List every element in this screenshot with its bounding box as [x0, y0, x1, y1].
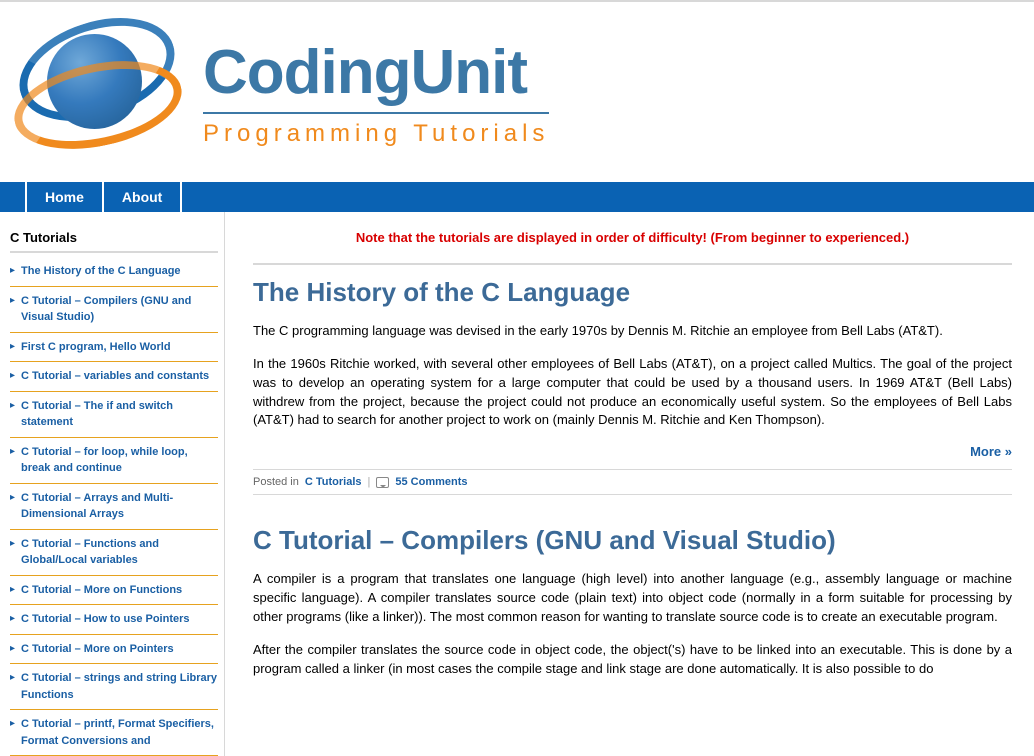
- chevron-right-icon: ▸: [10, 584, 15, 595]
- chevron-right-icon: ▸: [10, 341, 15, 352]
- more-link[interactable]: More »: [970, 444, 1012, 459]
- post-meta: Posted in C Tutorials | 55 Comments: [253, 469, 1012, 495]
- comment-icon: [376, 477, 389, 488]
- post: C Tutorial – Compilers (GNU and Visual S…: [253, 513, 1012, 678]
- nav-home[interactable]: Home: [25, 182, 104, 212]
- post-paragraph: The C programming language was devised i…: [253, 322, 1012, 341]
- brand-name[interactable]: CodingUnit: [203, 37, 549, 108]
- site-header: CodingUnit Programming Tutorials: [0, 2, 1034, 182]
- sidebar-item: ▸ C Tutorial – Compilers (GNU and Visual …: [10, 287, 218, 333]
- nav-about[interactable]: About: [102, 182, 182, 212]
- sidebar-link[interactable]: C Tutorial – How to use Pointers: [21, 611, 189, 628]
- comments-link[interactable]: 55 Comments: [395, 476, 467, 488]
- sidebar-item: ▸C Tutorial – More on Pointers: [10, 635, 218, 665]
- chevron-right-icon: ▸: [10, 538, 15, 549]
- sidebar-link[interactable]: C Tutorial – variables and constants: [21, 368, 209, 385]
- sidebar-item: ▸ C Tutorial – More on Functions: [10, 576, 218, 606]
- sidebar-link[interactable]: C Tutorial – Compilers (GNU and Visual S…: [21, 293, 218, 326]
- sidebar-link[interactable]: C Tutorial – More on Functions: [21, 582, 182, 599]
- sidebar-link[interactable]: C Tutorial – The if and switch statement: [21, 398, 218, 431]
- sidebar-link[interactable]: C Tutorial – strings and string Library …: [21, 670, 218, 703]
- chevron-right-icon: ▸: [10, 643, 15, 654]
- difficulty-notice: Note that the tutorials are displayed in…: [253, 230, 1012, 245]
- post-title[interactable]: C Tutorial – Compilers (GNU and Visual S…: [253, 525, 1012, 556]
- post-paragraph: A compiler is a program that translates …: [253, 570, 1012, 627]
- post-paragraph: In the 1960s Ritchie worked, with severa…: [253, 355, 1012, 430]
- sidebar-item: ▸ C Tutorial – How to use Pointers: [10, 605, 218, 635]
- sidebar-link[interactable]: C Tutorial – printf, Format Specifiers, …: [21, 716, 218, 749]
- sidebar-item: ▸ C Tutorial – strings and string Library…: [10, 664, 218, 710]
- meta-divider: |: [368, 476, 371, 488]
- sidebar-item: ▸ The History of the C Language: [10, 257, 218, 287]
- chevron-right-icon: ▸: [10, 400, 15, 411]
- sidebar-link[interactable]: C Tutorial – Arrays and Multi-Dimensiona…: [21, 490, 218, 523]
- main-content: Note that the tutorials are displayed in…: [225, 212, 1034, 756]
- sidebar-item: ▸ C Tutorial – Arrays and Multi-Dimension…: [10, 484, 218, 530]
- chevron-right-icon: ▸: [10, 718, 15, 729]
- main-nav: Home About: [0, 182, 1034, 212]
- sidebar-link[interactable]: C Tutorial – for loop, while loop, break…: [21, 444, 218, 477]
- sidebar-item: ▸ First C program, Hello World: [10, 333, 218, 363]
- post-paragraph: After the compiler translates the source…: [253, 641, 1012, 679]
- chevron-right-icon: ▸: [10, 492, 15, 503]
- post: The History of the C Language The C prog…: [253, 263, 1012, 495]
- sidebar-item: ▸ C Tutorial – Functions and Global/Local…: [10, 530, 218, 576]
- chevron-right-icon: ▸: [10, 613, 15, 624]
- sidebar-link[interactable]: The History of the C Language: [21, 263, 181, 280]
- sidebar-item: ▸ C Tutorial – printf, Format Specifiers,…: [10, 710, 218, 756]
- chevron-right-icon: ▸: [10, 672, 15, 683]
- brand-tagline: Programming Tutorials: [203, 120, 549, 148]
- chevron-right-icon: ▸: [10, 446, 15, 457]
- sidebar: C Tutorials ▸ The History of the C Langua…: [0, 212, 225, 756]
- chevron-right-icon: ▸: [10, 370, 15, 381]
- chevron-right-icon: ▸: [10, 295, 15, 306]
- sidebar-item: ▸ C Tutorial – The if and switch statemen…: [10, 392, 218, 438]
- post-title[interactable]: The History of the C Language: [253, 277, 1012, 308]
- category-link[interactable]: C Tutorials: [305, 476, 362, 488]
- sidebar-link[interactable]: C Tutorial – Functions and Global/Local …: [21, 536, 218, 569]
- chevron-right-icon: ▸: [10, 265, 15, 276]
- sidebar-title: C Tutorials: [10, 230, 218, 253]
- sidebar-item: ▸ C Tutorial – variables and constants: [10, 362, 218, 392]
- site-logo[interactable]: [15, 12, 185, 172]
- sidebar-link[interactable]: First C program, Hello World: [21, 339, 171, 356]
- posted-in-label: Posted in: [253, 476, 299, 488]
- sidebar-item: ▸ C Tutorial – for loop, while loop, brea…: [10, 438, 218, 484]
